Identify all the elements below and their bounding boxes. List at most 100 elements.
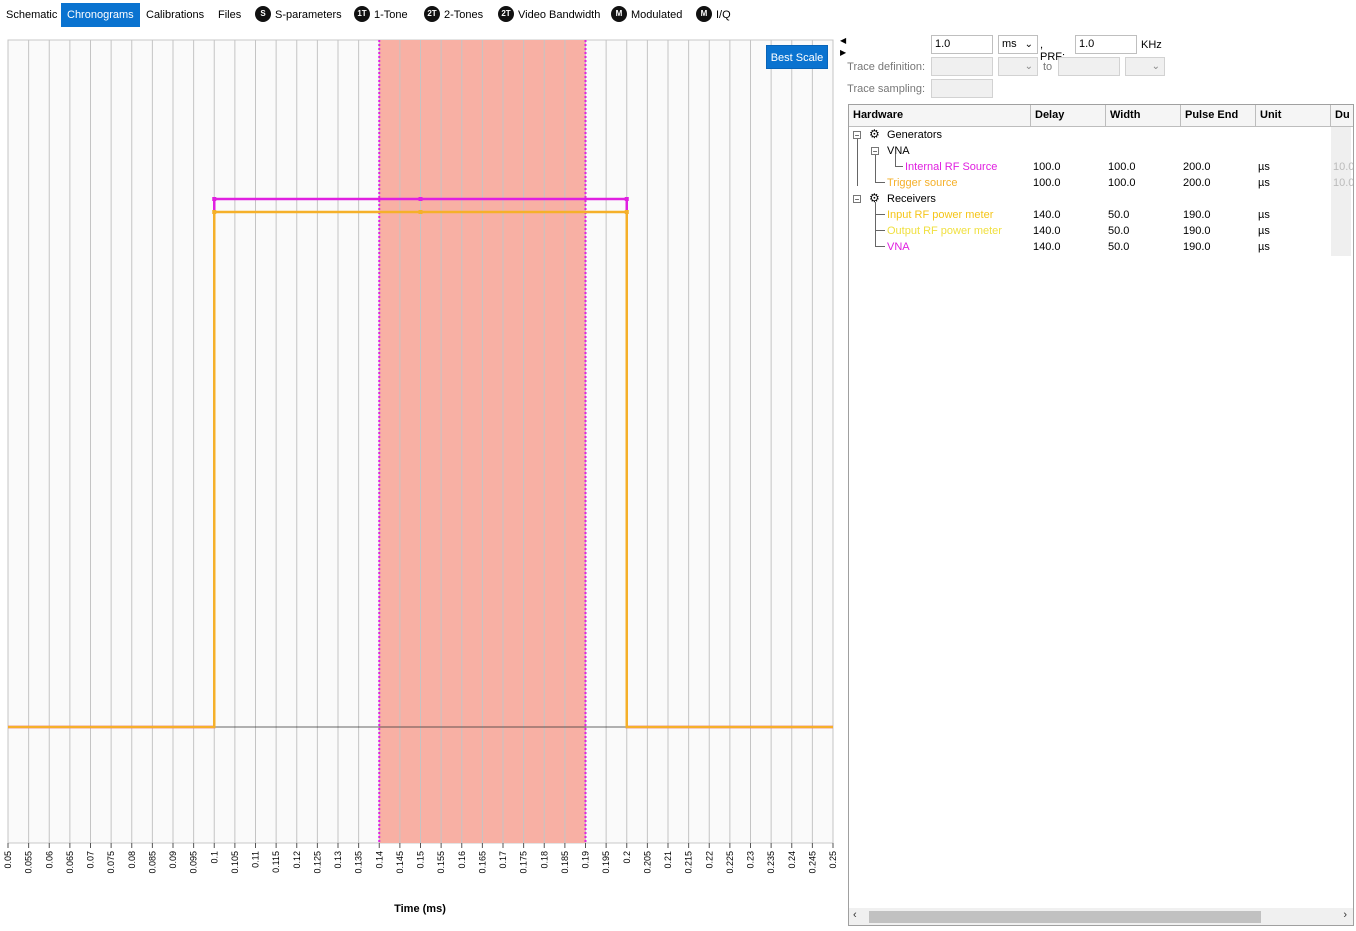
tab-label: 1-Tone [374,9,408,21]
horizontal-scrollbar[interactable]: ‹ › [849,908,1353,925]
tab-1-tone[interactable]: 1T 1-Tone [348,3,414,27]
trace-definition-end-input[interactable] [1058,57,1120,76]
x-tick-label: 0.19 [581,851,591,869]
tab-label: S-parameters [275,9,342,21]
delay-cell: 140.0 [1033,225,1061,237]
table-row[interactable]: Internal RF Source 100.0 100.0 200.0 µs … [849,159,1354,175]
width-cell: 50.0 [1108,225,1130,237]
modulated-icon: M [611,6,627,23]
delay-cell: 100.0 [1033,177,1061,189]
series-marker [212,210,217,214]
tab-chronograms[interactable]: Chronograms [61,3,140,27]
x-tick-label: 0.2 [622,851,632,864]
tab-calibrations[interactable]: Calibrations [140,3,210,27]
series-marker [624,197,629,201]
chevron-down-icon: ⌄ [1024,61,1033,72]
period-unit-select[interactable]: ms ⌄ [998,35,1038,54]
pulse-settings-panel: ◀ ▶ Period: 1.0 ms⌄ , PRF: 1.0 KHz Trace… [840,29,1356,931]
tab-label: Files [218,9,242,21]
column-header-pulse-end[interactable]: Pulse End [1181,105,1256,126]
series-marker [418,210,423,214]
series-marker [212,197,217,201]
scroll-right-icon[interactable]: › [1343,909,1347,921]
unit-cell: µs [1258,241,1270,253]
tab-files[interactable]: Files [212,3,247,27]
tab-label: Video Bandwidth [518,9,601,21]
x-tick-label: 0.195 [601,851,611,874]
expand-right-icon[interactable]: ▶ [840,48,846,57]
trace-definition-end-unit-select[interactable]: ⌄ [1125,57,1165,76]
x-tick-label: 0.075 [106,851,116,874]
x-tick-label: 0.08 [127,851,137,869]
chronogram-chart[interactable]: 0.05 0.055 0.06 0.065 0.07 0.075 0.08 0.085 0.09… [0,29,840,931]
trace-definition-label: Trace definition: [847,61,925,73]
pulse-end-cell: 200.0 [1183,161,1211,173]
tab-s-parameters[interactable]: S S-parameters [249,3,348,27]
iq-icon: M [696,6,712,23]
collapse-left-icon[interactable]: ◀ [840,36,846,45]
prf-input[interactable]: 1.0 [1075,35,1137,54]
unit-cell: µs [1258,209,1270,221]
s-parameters-icon: S [255,6,271,23]
x-tick-label: 0.155 [436,851,446,874]
x-tick-label: 0.09 [168,851,178,869]
column-header-duty[interactable]: Du [1331,105,1353,126]
table-row[interactable]: − VNA [849,143,1353,159]
unit-cell: µs [1258,161,1270,173]
chevron-down-icon: ⌄ [1024,39,1033,50]
table-row[interactable]: Output RF power meter 140.0 50.0 190.0 µ… [849,223,1353,239]
tree-label: Internal RF Source [905,161,998,173]
collapse-icon[interactable]: − [853,195,861,204]
trace-definition-start-input[interactable] [931,57,993,76]
tab-bar: Schematic Chronograms Calibrations Files… [0,0,1356,30]
x-tick-label: 0.15 [416,851,426,869]
table-row[interactable]: VNA 140.0 50.0 190.0 µs [849,239,1353,255]
table-row[interactable]: Input RF power meter 140.0 50.0 190.0 µs [849,207,1353,223]
tab-label: Chronograms [67,9,134,21]
tab-label: Calibrations [146,9,205,21]
tab-label: 2-Tones [444,9,484,21]
pulse-end-cell: 200.0 [1183,177,1211,189]
tab-label: I/Q [716,9,731,21]
trace-sampling-input[interactable] [931,79,993,98]
table-row[interactable]: − ⚙ Receivers [849,191,1353,207]
collapse-icon[interactable]: − [871,147,879,156]
trace-definition-start-unit-select[interactable]: ⌄ [998,57,1038,76]
pulse-end-cell: 190.0 [1183,241,1211,253]
x-tick-label: 0.14 [374,851,384,869]
x-tick-label: 0.205 [642,851,652,874]
period-unit-value: ms [1002,38,1017,50]
column-header-width[interactable]: Width [1106,105,1181,126]
delay-cell: 140.0 [1033,209,1061,221]
hardware-table: Hardware Delay Width Pulse End Unit Du −… [848,104,1354,926]
x-tick-label: 0.055 [24,851,34,874]
x-tick-label: 0.175 [519,851,529,874]
column-header-unit[interactable]: Unit [1256,105,1331,126]
x-tick-label: 0.13 [333,851,343,869]
collapse-icon[interactable]: − [853,131,861,140]
table-row[interactable]: − ⚙ Generators [849,127,1353,143]
tab-modulated[interactable]: M Modulated [605,3,688,27]
table-row[interactable]: Trigger source 100.0 100.0 200.0 µs 10.0 [849,175,1353,191]
x-tick-label: 0.12 [292,851,302,869]
period-input[interactable]: 1.0 [931,35,993,54]
series-marker [624,210,629,214]
x-tick-label: 0.05 [3,851,13,869]
delay-cell: 140.0 [1033,241,1061,253]
tree-label: Receivers [887,193,936,205]
column-header-hardware[interactable]: Hardware [849,105,1031,126]
x-axis-label: Time (ms) [394,903,446,915]
column-header-delay[interactable]: Delay [1031,105,1106,126]
tab-video-bandwidth[interactable]: 2T Video Bandwidth [492,3,606,27]
tab-iq[interactable]: M I/Q [690,3,737,27]
x-tick-label: 0.07 [86,851,96,869]
scroll-left-icon[interactable]: ‹ [853,909,857,921]
tab-2-tones[interactable]: 2T 2-Tones [418,3,489,27]
tab-schematic[interactable]: Schematic [0,3,63,27]
two-tones-icon: 2T [424,6,440,23]
x-tick-label: 0.1 [209,851,219,864]
duty-cell: 10.0 [1333,161,1354,173]
scrollbar-thumb[interactable] [869,911,1261,923]
tree-label: VNA [887,241,910,253]
best-scale-button[interactable]: Best Scale [766,45,828,69]
